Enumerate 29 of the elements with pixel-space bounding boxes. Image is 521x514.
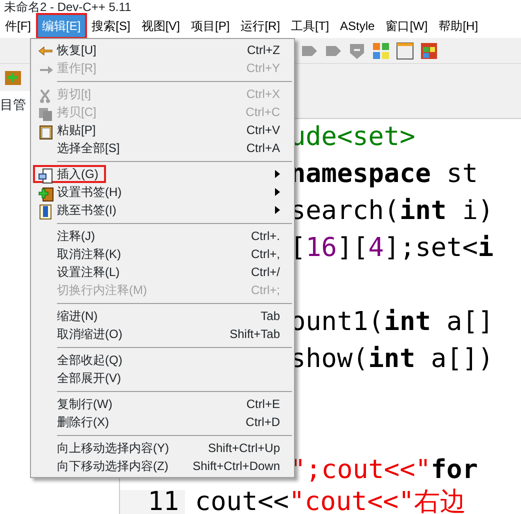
menu-item[interactable]: 恢复[U] Ctrl+Z xyxy=(33,41,292,59)
paste-icon xyxy=(38,124,54,140)
layout-icon[interactable] xyxy=(372,42,390,60)
bookmark-add-icon xyxy=(38,186,54,202)
code-line: [16][4];set<i xyxy=(290,233,494,263)
code-line: ";cout<<"for xyxy=(290,455,478,485)
menu-item[interactable]: 件[F] xyxy=(1,15,35,37)
menu-item[interactable]: 搜索[S] xyxy=(88,15,134,37)
line-number: 11 xyxy=(148,487,179,514)
insert-icon xyxy=(38,168,54,184)
panel-tab[interactable]: 目管 xyxy=(0,91,26,114)
menu-item[interactable]: 视图[V] xyxy=(137,15,184,37)
shield-icon[interactable] xyxy=(348,42,366,60)
code-line: namespace st xyxy=(290,159,478,189)
menu-item[interactable]: 窗口[W] xyxy=(382,15,432,37)
code-line: search(int i) xyxy=(290,196,494,226)
bookmark-icon xyxy=(38,204,54,220)
window-icon[interactable] xyxy=(396,42,414,60)
menu-item[interactable]: 项目[P] xyxy=(187,15,234,37)
menu-item[interactable]: AStyle xyxy=(336,15,379,37)
title-bar: 未命名2 - Dev-C++ 5.11 xyxy=(0,0,521,14)
code-line: show(int a[]) xyxy=(290,344,494,374)
copy-icon xyxy=(38,106,54,122)
tiles-icon[interactable] xyxy=(420,42,438,60)
menu-item[interactable]: 帮助[H] xyxy=(434,15,482,37)
add-icon[interactable] xyxy=(4,68,22,86)
code-line: cout<<"cout<<"右边 xyxy=(195,487,466,514)
menu-item[interactable]: 运行[R] xyxy=(236,15,284,37)
menu-item[interactable]: 工具[T] xyxy=(287,15,334,37)
